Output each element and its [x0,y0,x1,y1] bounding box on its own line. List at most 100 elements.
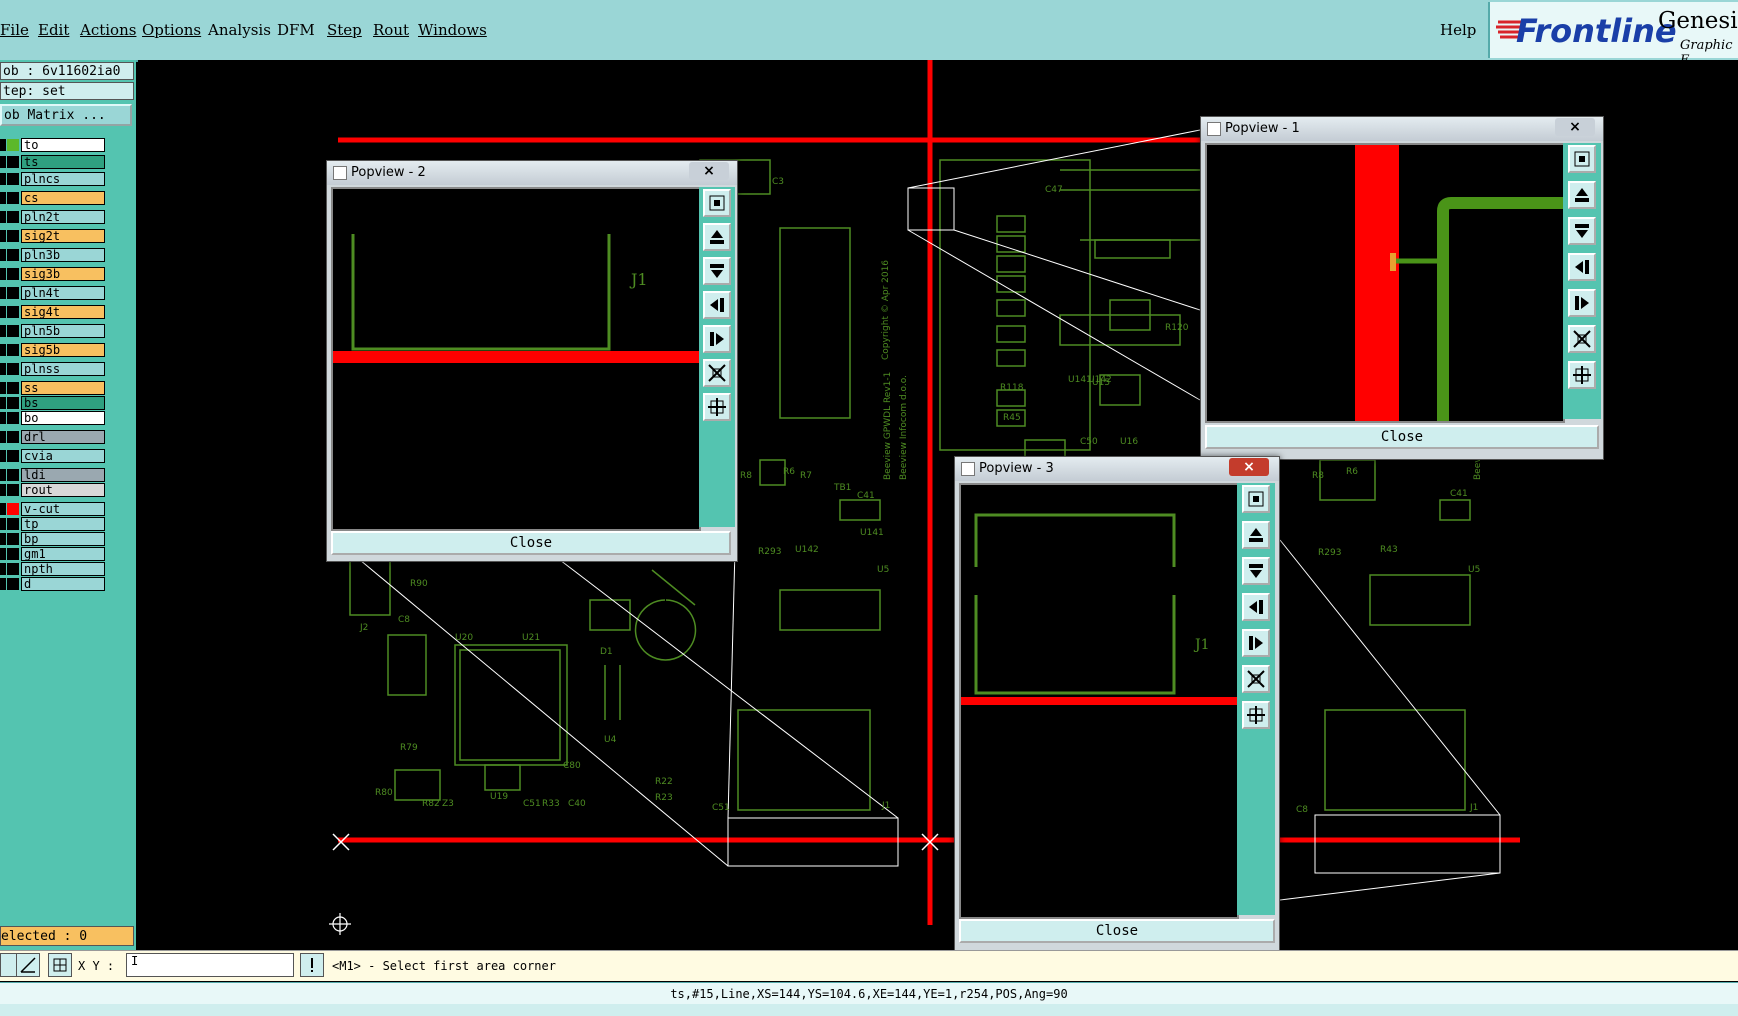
layer-name[interactable]: plnss [21,362,105,376]
layer-name[interactable]: ss [21,381,105,395]
layer-row-plncs[interactable]: plncs [0,172,106,187]
layer-checkbox[interactable] [0,363,6,375]
layer-color-swatch[interactable] [7,363,19,375]
layer-name[interactable]: sig5b [21,343,105,357]
layer-name[interactable]: sig3b [21,267,105,281]
pan-up-icon[interactable] [703,223,731,251]
layer-color-swatch[interactable] [7,503,19,515]
layer-color-swatch[interactable] [7,268,19,280]
layer-name[interactable]: cs [21,191,105,205]
layer-color-swatch[interactable] [7,412,19,424]
layer-checkbox[interactable] [0,469,6,481]
layer-row-npth[interactable]: npth [0,562,106,577]
layer-checkbox[interactable] [0,578,6,590]
layer-checkbox[interactable] [0,548,6,560]
layer-row-rout[interactable]: rout [0,483,106,498]
layer-color-swatch[interactable] [7,484,19,496]
zoom-home-icon[interactable] [703,189,731,217]
layer-name[interactable]: ts [21,155,105,169]
grid-tool-icon[interactable] [48,953,72,977]
layer-row-ss[interactable]: ss [0,381,106,396]
layer-row-v-cut[interactable]: v-cut [0,502,106,517]
xy-coordinate-input[interactable]: I [126,953,294,977]
popview-1-titlebar[interactable]: Popview - 1 [1201,117,1603,141]
layer-row-cs[interactable]: cs [0,191,106,206]
popview-1-close-button[interactable]: Close [1205,425,1599,449]
zoom-out-icon[interactable] [703,359,731,387]
layer-checkbox[interactable] [0,306,6,318]
layer-checkbox[interactable] [0,412,6,424]
pan-left-icon[interactable] [1242,593,1270,621]
layer-color-swatch[interactable] [7,533,19,545]
layer-row-sig3b[interactable]: sig3b [0,267,106,282]
popview-2-close-button[interactable]: Close [331,531,731,555]
layer-name[interactable]: to [21,138,105,152]
layer-color-swatch[interactable] [7,344,19,356]
layer-row-ts[interactable]: ts [0,155,106,170]
layer-row-plnss[interactable]: plnss [0,362,106,377]
layer-name[interactable]: ldi [21,468,105,482]
layer-name[interactable]: v-cut [21,502,105,516]
layer-color-swatch[interactable] [7,249,19,261]
layer-color-swatch[interactable] [7,397,19,409]
layer-checkbox[interactable] [0,192,6,204]
alert-icon[interactable] [300,953,324,977]
layer-name[interactable]: cvia [21,449,105,463]
zoom-out-icon[interactable] [1242,665,1270,693]
layer-checkbox[interactable] [0,533,6,545]
layer-checkbox[interactable] [0,344,6,356]
layer-checkbox[interactable] [0,249,6,261]
layer-color-swatch[interactable] [7,469,19,481]
layer-checkbox[interactable] [0,156,6,168]
layer-checkbox[interactable] [0,503,6,515]
layer-row-sig5b[interactable]: sig5b [0,343,106,358]
layer-checkbox[interactable] [0,431,6,443]
layer-name[interactable]: drl [21,430,105,444]
menu-file[interactable]: File [0,21,29,39]
layer-row-sig2t[interactable]: sig2t [0,229,106,244]
layer-color-swatch[interactable] [7,518,19,530]
layer-checkbox[interactable] [0,139,6,151]
pan-left-icon[interactable] [1568,253,1596,281]
layer-row-pln5b[interactable]: pln5b [0,324,106,339]
layer-color-swatch[interactable] [7,548,19,560]
layer-checkbox[interactable] [0,397,6,409]
menu-dfm[interactable]: DFM [277,21,315,39]
layer-checkbox[interactable] [0,450,6,462]
zoom-in-icon[interactable] [703,393,731,421]
job-matrix-button[interactable]: ob Matrix ... [0,104,132,126]
layer-color-swatch[interactable] [7,156,19,168]
layer-row-drl[interactable]: drl [0,430,106,445]
layer-color-swatch[interactable] [7,450,19,462]
layer-row-bp[interactable]: bp [0,532,106,547]
layer-row-d[interactable]: d [0,577,106,592]
layer-name[interactable]: bo [21,411,105,425]
layer-checkbox[interactable] [0,268,6,280]
layer-color-swatch[interactable] [7,325,19,337]
layer-row-ldi[interactable]: ldi [0,468,106,483]
layer-name[interactable]: d [21,577,105,591]
layer-checkbox[interactable] [0,518,6,530]
layer-row-pln4t[interactable]: pln4t [0,286,106,301]
layer-name[interactable]: pln2t [21,210,105,224]
pan-down-icon[interactable] [1568,217,1596,245]
layer-checkbox[interactable] [0,287,6,299]
pan-right-icon[interactable] [1568,289,1596,317]
popview-2-viewport[interactable]: J1 [331,187,701,531]
layer-name[interactable]: plncs [21,172,105,186]
layer-name[interactable]: sig2t [21,229,105,243]
menu-options[interactable]: Options [142,21,201,39]
layer-checkbox[interactable] [0,484,6,496]
layer-row-to[interactable]: to [0,138,106,153]
popview-2-close-x-button[interactable]: × [689,162,729,180]
menu-step[interactable]: Step [327,21,362,39]
menu-help[interactable]: Help [1440,21,1476,39]
zoom-home-icon[interactable] [1568,145,1596,173]
layer-row-pln3b[interactable]: pln3b [0,248,106,263]
popview-3-viewport[interactable]: J1 [959,483,1239,919]
layer-checkbox[interactable] [0,230,6,242]
layer-row-bo[interactable]: bo [0,411,106,426]
layer-color-swatch[interactable] [7,306,19,318]
layer-row-pln2t[interactable]: pln2t [0,210,106,225]
layer-row-tp[interactable]: tp [0,517,106,532]
